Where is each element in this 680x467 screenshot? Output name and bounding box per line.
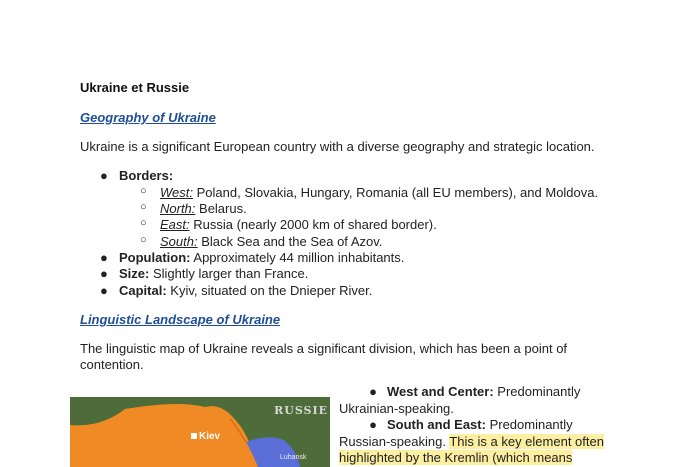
border-dir: North:	[160, 201, 196, 216]
border-dir: West:	[160, 185, 193, 200]
south-east-line2: Russian-speaking. This is a key element …	[339, 433, 609, 451]
west-center-line1: ● West and Center: Predominantly	[339, 384, 609, 401]
bullet-dot: ●	[369, 417, 377, 432]
heading-geography[interactable]: Geography of Ukraine	[80, 110, 216, 125]
map-city-label: Kiev	[199, 431, 221, 442]
south-east-line1: ● South and East: Predominantly	[339, 417, 609, 434]
bullet-dot: ●	[100, 266, 108, 281]
border-text: Black Sea and the Sea of Azov.	[197, 234, 383, 249]
south-east-label: South and East:	[387, 417, 486, 432]
south-east-text-b: Russian-speaking.	[339, 433, 450, 449]
fact-label: Population:	[119, 250, 191, 265]
language-map-image[interactable]: RUSSIE Kiev Luhansk	[70, 397, 330, 467]
west-center-line2: Ukrainian-speaking.	[339, 400, 454, 416]
fact-text: Kyiv, situated on the Dnieper River.	[166, 283, 373, 298]
language-division-text: ● West and Center: Predominantly Ukrainia…	[339, 384, 609, 467]
highlighted-text: highlighted by the Kremlin (which means	[339, 450, 573, 465]
bullet-dot: ●	[100, 250, 108, 265]
west-center-label: West and Center:	[387, 384, 494, 399]
sub-bullet: ○	[140, 217, 147, 229]
map-country-label: RUSSIE	[274, 404, 328, 417]
fact-text: Slightly larger than France.	[149, 266, 309, 281]
document-title: Ukraine et Russie	[80, 80, 190, 95]
sub-bullet: ○	[140, 234, 147, 246]
highlighted-text: This is a key element often	[449, 433, 604, 449]
border-text: Belarus.	[195, 201, 247, 216]
sub-bullet: ○	[140, 201, 147, 213]
bullet-dot: ●	[369, 384, 377, 399]
heading-linguistic[interactable]: Linguistic Landscape of Ukraine	[80, 312, 280, 327]
borders-label: Borders:	[119, 168, 174, 183]
border-text: Russia (nearly 2000 km of shared border)…	[189, 217, 437, 232]
city-marker-icon	[191, 433, 197, 439]
border-text: Poland, Slovakia, Hungary, Romania (all …	[193, 185, 599, 200]
map-city-kiev: Kiev	[191, 431, 220, 442]
sub-bullet: ○	[140, 185, 147, 197]
bullet-dot: ●	[100, 168, 108, 183]
fact-label: Capital:	[119, 283, 167, 298]
south-east-line3: highlighted by the Kremlin (which means	[339, 450, 609, 467]
south-east-text: Predominantly	[485, 417, 573, 432]
linguistic-intro-line2: contention.	[80, 357, 144, 372]
bullet-dot: ●	[100, 283, 108, 298]
border-dir: East:	[160, 217, 190, 232]
west-center-text: Predominantly	[493, 384, 581, 399]
linguistic-intro-line1: The linguistic map of Ukraine reveals a …	[80, 341, 568, 356]
geography-intro: Ukraine is a significant European countr…	[80, 139, 595, 154]
map-region-label: Luhansk	[280, 454, 307, 461]
document-page: Ukraine et Russie Geography of Ukraine U…	[0, 0, 680, 467]
border-dir: South:	[160, 234, 198, 249]
fact-label: Size:	[119, 266, 150, 281]
fact-text: Approximately 44 million inhabitants.	[190, 250, 405, 265]
